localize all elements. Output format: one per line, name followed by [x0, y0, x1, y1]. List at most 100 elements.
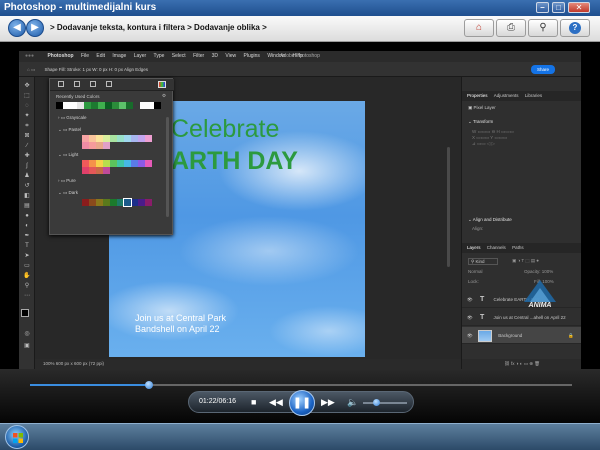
tab-properties[interactable]: Properties	[467, 93, 488, 98]
lasso-tool-icon[interactable]: ◌	[23, 103, 31, 109]
frame-tool-icon[interactable]: ⊠	[23, 133, 31, 139]
minimize-button[interactable]: –	[536, 2, 549, 13]
anima-logo-text: ANIMA	[528, 302, 552, 309]
canvas-headline-line2: ARTH DAY	[171, 147, 298, 175]
hand-tool-icon[interactable]: ✋	[23, 273, 31, 279]
eraser-tool-icon[interactable]: ◧	[23, 193, 31, 199]
windows-start-button[interactable]	[5, 425, 29, 449]
shape-tool-icon[interactable]: ▭	[23, 263, 31, 269]
canvas-scrollbar[interactable]	[447, 147, 450, 267]
breadcrumb: > Dodavanje teksta, kontura i filtera > …	[50, 23, 267, 32]
properties-tabs: Properties Adjustments Libraries	[462, 91, 581, 101]
pastel-swatches-row1[interactable]	[82, 135, 152, 142]
light-swatches-row2[interactable]	[82, 167, 110, 174]
tab-channels[interactable]: Channels	[487, 245, 506, 250]
pen-tool-icon[interactable]: ✒	[23, 233, 31, 239]
swatch-folder-light[interactable]: ⌄ ▭ Light	[58, 152, 78, 158]
crop-tool-icon[interactable]: ⌗	[23, 123, 31, 129]
print-button[interactable]: ⎙	[496, 19, 526, 37]
tab-paths[interactable]: Paths	[512, 245, 524, 250]
path-select-tool-icon[interactable]: ➤	[23, 253, 31, 259]
more-tools-icon[interactable]: ⋯	[23, 293, 31, 299]
swatch-folder-pure[interactable]: › ▭ Pure	[58, 178, 76, 184]
tab-libraries[interactable]: Libraries	[525, 93, 542, 98]
swatch-view-grid-icon[interactable]	[74, 81, 80, 87]
light-swatches-row1[interactable]	[82, 160, 152, 167]
color-picker-icon[interactable]	[158, 81, 166, 88]
tab-layers[interactable]: Layers	[467, 245, 481, 250]
swatch-view-list-icon[interactable]	[90, 81, 96, 87]
opacity-field[interactable]: Opacity: 100%	[524, 269, 553, 274]
ps-document-title: Adobe Photoshop	[280, 53, 320, 59]
anima-logo: ANIMA	[520, 278, 560, 316]
marquee-tool-icon[interactable]: ⬚	[23, 93, 31, 99]
help-button[interactable]: ?	[560, 19, 590, 37]
blend-mode-select[interactable]: Normal	[468, 269, 483, 274]
search-button[interactable]: ⚲	[528, 19, 558, 37]
swatch-view-large-icon[interactable]	[106, 81, 112, 87]
swatches-toolbar	[50, 79, 174, 91]
pastel-swatches-row2[interactable]	[82, 142, 110, 149]
swatch-folder-pastel[interactable]: ⌄ ▭ Pastel	[58, 127, 81, 133]
seek-bar[interactable]	[30, 381, 572, 389]
home-button[interactable]: ⌂	[464, 19, 494, 37]
magic-wand-tool-icon[interactable]: ✦	[23, 113, 31, 119]
ps-options-text: Shape Fill: Stroke: 1 px W: 0 px H: 0 px…	[44, 67, 148, 72]
type-tool-icon[interactable]: T	[23, 243, 31, 249]
eye-icon[interactable]: 👁	[467, 315, 473, 320]
fast-forward-icon[interactable]: ▶▶	[321, 398, 335, 407]
share-button[interactable]: Share	[531, 65, 555, 74]
gradient-tool-icon[interactable]: ▤	[23, 203, 31, 209]
brush-tool-icon[interactable]: ∫	[23, 163, 31, 169]
foreground-color-swatch[interactable]	[21, 309, 29, 317]
swatches-settings-icon[interactable]: ⚙	[162, 93, 166, 99]
forward-button[interactable]: ▶	[26, 19, 44, 37]
ps-status-bar: 100% 600 px x 600 px (72 ppi)	[35, 359, 461, 369]
screen-mode-icon[interactable]: ▣	[23, 343, 31, 349]
pause-button[interactable]: ❚❚	[289, 390, 315, 416]
search-icon: ⚲	[539, 22, 547, 33]
stamp-tool-icon[interactable]: ♟	[23, 173, 31, 179]
transform-fields[interactable]: W ▭▭▭ ⊖ H ▭▭▭ X ▭▭▭ Y ▭▭▭ ⊿ ▭▭ ◁ ▷	[472, 129, 572, 159]
dark-swatches-row[interactable]	[82, 199, 152, 206]
video-frame: ●●● Photoshop File Edit Image Layer Type…	[19, 51, 581, 369]
print-icon: ⎙	[507, 22, 515, 33]
zoom-tool-icon[interactable]: ⚲	[23, 283, 31, 289]
quick-mask-icon[interactable]: ◎	[23, 331, 31, 337]
layers-footer-icons[interactable]: ⛓ fx ◑ ◐ ▭ ⊕ 🗑	[462, 359, 581, 369]
stop-icon[interactable]: ■	[251, 398, 256, 407]
blur-tool-icon[interactable]: ●	[23, 213, 31, 219]
volume-slider[interactable]	[363, 399, 407, 406]
align-section[interactable]: ⌄ Align and Distribute	[468, 217, 512, 223]
healing-tool-icon[interactable]: ✚	[23, 153, 31, 159]
swatch-folder-grayscale[interactable]: › ▭ Grayscale	[58, 115, 87, 121]
maximize-button[interactable]: □	[552, 2, 565, 13]
tab-adjustments[interactable]: Adjustments	[494, 93, 519, 98]
history-brush-tool-icon[interactable]: ↺	[23, 183, 31, 189]
text-layer-icon: T	[479, 296, 485, 303]
layer-kind-filter[interactable]: ⚲ Kind	[468, 258, 498, 265]
layer-row-selected[interactable]: 👁 Background 🔒	[462, 327, 581, 344]
swatch-view-small-icon[interactable]	[58, 81, 64, 87]
background-thumbnail	[477, 329, 492, 342]
transform-section[interactable]: ⌄ Transform	[468, 119, 493, 125]
dodge-tool-icon[interactable]: ◐	[23, 223, 31, 229]
eye-icon[interactable]: 👁	[467, 333, 473, 338]
eyedropper-tool-icon[interactable]: ∕	[23, 143, 31, 149]
layer-filter-icons[interactable]: ▣ ◑ T ⬚ ▤ ●	[512, 258, 539, 264]
move-tool-icon[interactable]: ✥	[23, 83, 31, 89]
back-button[interactable]: ◀	[8, 19, 26, 37]
swatch-folder-dark[interactable]: ⌄ ▭ Dark	[58, 190, 78, 196]
align-sub-label: Align:	[472, 226, 484, 231]
recent-colors-row[interactable]	[56, 102, 161, 109]
canvas-headline-line1: Celebrate	[171, 115, 280, 143]
swatches-header: Recently Used Colors	[56, 94, 100, 99]
home-icon: ⌂	[475, 22, 483, 33]
rewind-icon[interactable]: ◀◀	[269, 398, 283, 407]
volume-icon[interactable]: 🔈	[347, 398, 358, 407]
seek-thumb[interactable]	[145, 381, 154, 389]
volume-thumb[interactable]	[373, 399, 381, 406]
swatches-scrollbar[interactable]	[166, 117, 169, 217]
eye-icon[interactable]: 👁	[467, 297, 473, 302]
close-button[interactable]: ✕	[568, 2, 590, 13]
